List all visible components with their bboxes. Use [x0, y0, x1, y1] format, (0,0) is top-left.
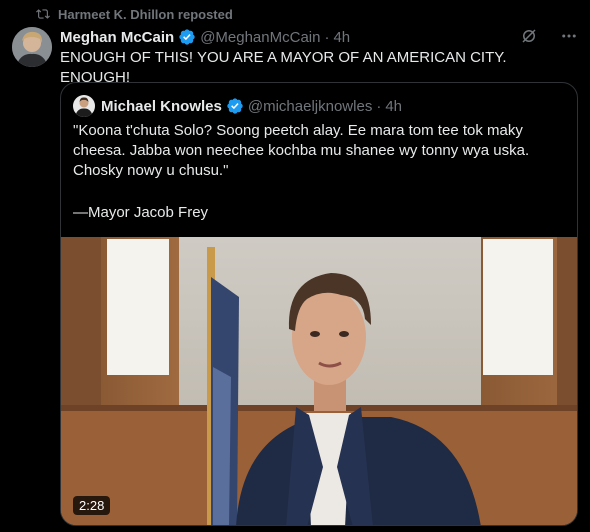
quote-author-avatar[interactable] — [73, 95, 95, 117]
video-duration: 2:28 — [73, 496, 111, 515]
quote-author-name[interactable]: Michael Knowles — [101, 98, 222, 115]
verified-icon — [179, 29, 195, 45]
verified-icon — [227, 98, 243, 114]
video-frame — [61, 237, 577, 525]
grok-icon[interactable] — [520, 27, 538, 45]
author-handle[interactable]: @MeghanMcCain — [200, 29, 320, 46]
quote-author-handle[interactable]: @michaeljknowles — [248, 98, 372, 115]
author-name[interactable]: Meghan McCain — [60, 29, 174, 46]
timestamp[interactable]: 4h — [333, 29, 350, 46]
repost-label: Harmeet K. Dhillon reposted — [58, 6, 233, 22]
header-actions — [520, 27, 578, 45]
repost-icon — [36, 9, 50, 19]
repost-indicator[interactable]: Harmeet K. Dhillon reposted — [36, 5, 233, 23]
tweet-header: Meghan McCain @MeghanMcCain · 4h — [60, 27, 578, 47]
quote-timestamp[interactable]: 4h — [385, 98, 402, 115]
author-avatar[interactable] — [12, 27, 52, 67]
video-player[interactable]: 2:28 — [61, 237, 577, 525]
quote-text: "Koona t'chuta Solo? Soong peetch alay. … — [73, 122, 530, 179]
more-icon[interactable] — [560, 27, 578, 45]
quote-header: Michael Knowles @michaeljknowles · 4h — [73, 95, 402, 117]
separator-dot: · — [376, 97, 382, 115]
separator-dot: · — [324, 28, 330, 46]
quoted-tweet[interactable]: Michael Knowles @michaeljknowles · 4h "K… — [60, 82, 578, 526]
quote-signature: —Mayor Jacob Frey — [73, 204, 209, 221]
